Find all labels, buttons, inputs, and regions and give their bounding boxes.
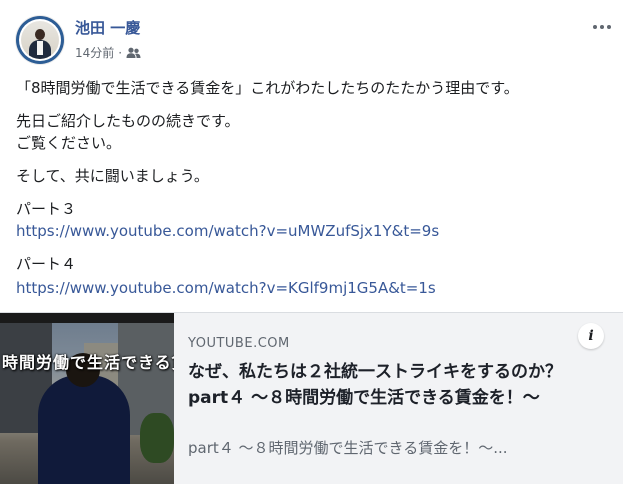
thumb-person: [38, 375, 130, 484]
thumbnail-caption: 時間労働で生活できる賃金を！: [2, 353, 174, 372]
preview-title[interactable]: なぜ、私たちは２社統一ストライキをするのか？ part４ ～８時間労働で生活でき…: [188, 359, 598, 411]
more-options-icon[interactable]: [589, 18, 615, 36]
preview-description: part４ ～８時間労働で生活できる賃金を！～...: [188, 439, 508, 457]
author-name[interactable]: 池田 一慶: [75, 17, 140, 38]
meta-separator: ·: [118, 45, 123, 60]
author-avatar[interactable]: [16, 16, 64, 64]
avatar-head: [35, 29, 45, 40]
part4-youtube-link[interactable]: https://www.youtube.com/watch?v=KGlf9mj1…: [16, 277, 436, 299]
post-text-line: ご覧ください。: [16, 134, 122, 152]
post-meta: 14分前 ·: [75, 44, 141, 61]
post-text-line: 先日ご紹介したものの続きです。: [16, 112, 240, 130]
facebook-post: 池田 一慶 14分前 · 「8時間労働で生活できる賃金を」これがわたしたちのたた…: [0, 0, 623, 484]
post-text-line: そして、共に闘いましょう。: [16, 167, 209, 185]
friends-icon[interactable]: [126, 47, 141, 59]
part3-youtube-link[interactable]: https://www.youtube.com/watch?v=uMWZufSj…: [16, 220, 439, 242]
preview-domain: YOUTUBE.COM: [188, 336, 290, 351]
video-thumbnail[interactable]: 時間労働で生活できる賃金を！: [0, 313, 174, 484]
avatar-shirt: [37, 41, 43, 55]
thumb-letterbox: [0, 313, 174, 323]
part3-label: パート３: [16, 200, 77, 218]
thumb-tree: [140, 413, 174, 463]
part4-label: パート４: [16, 255, 77, 273]
link-preview-card[interactable]: 時間労働で生活できる賃金を！ YOUTUBE.COM なぜ、私たちは２社統一スト…: [0, 312, 623, 484]
post-text-line: 「8時間労働で生活できる賃金を」これがわたしたちのたたかう理由です。: [16, 79, 519, 97]
avatar-photo: [21, 21, 59, 59]
post-timestamp[interactable]: 14分前: [75, 44, 114, 61]
info-icon[interactable]: i: [578, 323, 604, 349]
